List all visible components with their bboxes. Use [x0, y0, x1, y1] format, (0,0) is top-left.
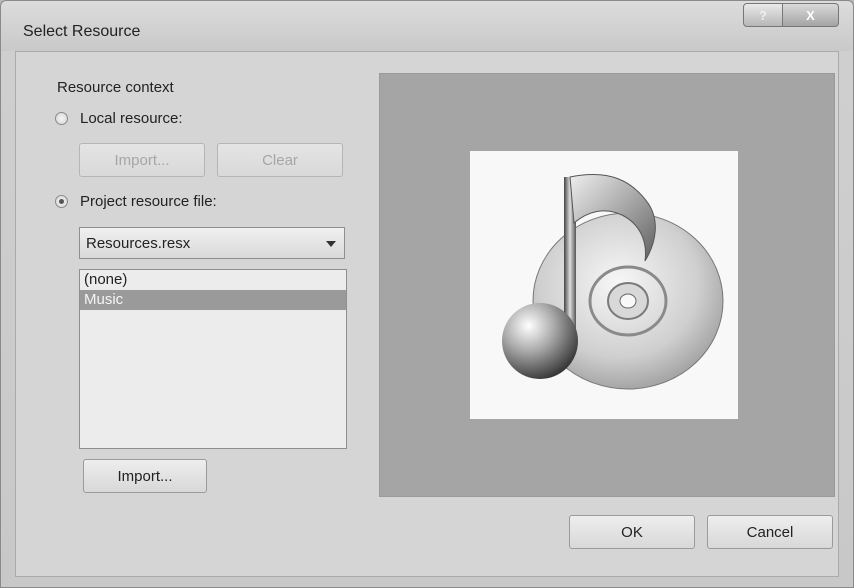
help-icon: ?: [759, 7, 767, 23]
radio-icon: [55, 112, 68, 125]
title-buttons: ? X: [743, 3, 839, 29]
resource-file-value: Resources.resx: [86, 234, 191, 252]
close-button[interactable]: X: [783, 3, 839, 27]
resource-file-dropdown[interactable]: Resources.resx: [79, 227, 345, 259]
music-note-cd-icon: [502, 174, 724, 390]
chevron-down-icon: [326, 241, 336, 247]
import-button[interactable]: Import...: [83, 459, 207, 493]
title-bar: Select Resource ? X: [1, 1, 853, 51]
preview-image: [470, 151, 738, 419]
clear-label: Clear: [262, 151, 298, 169]
help-button[interactable]: ?: [743, 3, 783, 27]
import-label: Import...: [117, 467, 173, 485]
ok-label: OK: [621, 523, 643, 541]
list-item-selected[interactable]: Music: [80, 290, 346, 310]
dialog-title: Select Resource: [23, 23, 141, 40]
import-local-button[interactable]: Import...: [79, 143, 205, 177]
resource-context-label: Resource context: [57, 79, 174, 96]
project-resource-label: Project resource file:: [80, 193, 217, 210]
clear-button[interactable]: Clear: [217, 143, 343, 177]
close-icon: X: [806, 7, 815, 23]
cancel-button[interactable]: Cancel: [707, 515, 833, 549]
select-resource-dialog: Select Resource ? X Resource context Loc…: [0, 0, 854, 588]
ok-button[interactable]: OK: [569, 515, 695, 549]
list-item[interactable]: (none): [80, 270, 346, 290]
local-resource-radio[interactable]: Local resource:: [55, 110, 183, 127]
local-resource-label: Local resource:: [80, 110, 183, 127]
radio-checked-icon: [55, 195, 68, 208]
preview-pane: [379, 73, 835, 497]
project-resource-radio[interactable]: Project resource file:: [55, 193, 217, 210]
cancel-label: Cancel: [746, 523, 794, 541]
import-local-label: Import...: [114, 151, 170, 169]
resource-list[interactable]: (none) Music: [79, 269, 347, 449]
